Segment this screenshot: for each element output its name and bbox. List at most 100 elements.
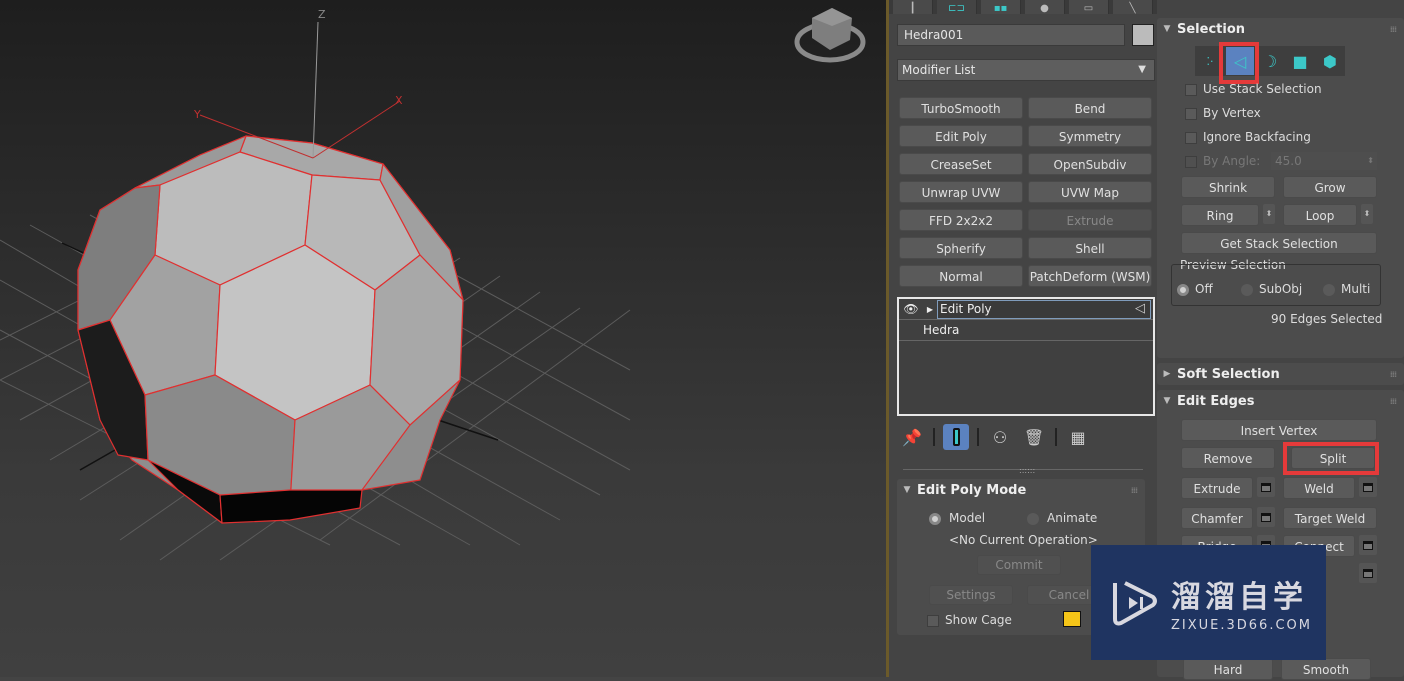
stack-toolbar: 📌 ⚇ 🗑 ▦ (899, 424, 1155, 450)
modifier-button[interactable]: Unwrap UVW (899, 181, 1023, 203)
configure-modifier-sets-icon[interactable]: ▦ (1065, 424, 1091, 450)
tab-utilities[interactable]: ╲ (1113, 0, 1153, 14)
watermark-overlay: 溜溜自学 ZIXUE.3D66.COM (1091, 545, 1326, 660)
stack-item-edit-poly[interactable]: 👁 ▶ Edit Poly ◁ (899, 299, 1153, 320)
get-stack-selection-button[interactable]: Get Stack Selection (1181, 232, 1377, 254)
current-operation-text: <No Current Operation> (949, 533, 1098, 547)
extrude-settings-icon[interactable] (1257, 477, 1275, 497)
weld-button[interactable]: Weld (1283, 477, 1355, 499)
modifier-button[interactable]: Shell (1028, 237, 1152, 259)
rollout-header[interactable]: ▼ Edit Poly Mode ⁞⁞⁞ (897, 479, 1145, 501)
tab-hierarchy[interactable]: ▪▪ (981, 0, 1021, 14)
subobject-level-bar: ⁚· ◁ ☽ ■ ⬢ (1195, 46, 1345, 76)
modifier-list-dropdown[interactable]: Modifier List ▼ (897, 59, 1155, 81)
gizmo-x-axis[interactable] (312, 100, 401, 159)
tab-modify[interactable]: ⊏⊐ (937, 0, 977, 14)
display-icon: ▭ (1083, 3, 1094, 14)
rollout-title: Selection (1177, 21, 1246, 37)
loop-spinner-icon[interactable]: ⬍ (1361, 204, 1373, 224)
animate-label: Animate (1047, 511, 1098, 525)
by-vertex-checkbox[interactable]: By Vertex (1185, 106, 1261, 120)
highlight-edge-level (1219, 42, 1259, 84)
grip-icon[interactable]: ⁞⁞⁞ (1390, 397, 1397, 406)
watermark-url: ZIXUE.3D66.COM (1171, 618, 1312, 633)
modifier-button[interactable]: CreaseSet (899, 153, 1023, 175)
grip-icon[interactable]: ⁞⁞⁞ (1390, 25, 1397, 34)
rollout-header[interactable]: ▼ Selection ⁞⁞⁞ (1157, 18, 1404, 40)
divider (977, 428, 979, 446)
modifier-button[interactable]: Edit Poly (899, 125, 1023, 147)
grow-button[interactable]: Grow (1283, 176, 1377, 198)
model-radio[interactable]: Model (929, 511, 985, 525)
perspective-viewport[interactable]: Z Y X (0, 0, 886, 677)
object-color-swatch[interactable] (1132, 24, 1154, 46)
object-name-input[interactable]: Hedra001 (897, 24, 1125, 46)
show-cage-checkbox[interactable]: Show Cage (927, 613, 1012, 627)
grip-icon[interactable]: ⁞⁞⁞ (1131, 486, 1138, 495)
soft-selection-rollout: ▶ Soft Selection ⁞⁞⁞ (1157, 363, 1404, 385)
expand-triangle-icon[interactable]: ▶ (923, 305, 937, 314)
eye-icon[interactable]: 👁 (899, 302, 923, 316)
shrink-button[interactable]: Shrink (1181, 176, 1275, 198)
gizmo-z-axis[interactable] (312, 21, 319, 159)
rollout-title: Edit Edges (1177, 393, 1255, 409)
modifier-button[interactable]: FFD 2x2x2 (899, 209, 1023, 231)
play-logo-icon (1113, 580, 1157, 625)
modifier-stack[interactable]: 👁 ▶ Edit Poly ◁ Hedra (897, 297, 1155, 416)
weld-settings-icon[interactable] (1359, 477, 1377, 497)
trash-icon[interactable]: 🗑 (1021, 424, 1047, 450)
ignore-backfacing-checkbox[interactable]: Ignore Backfacing (1185, 130, 1311, 144)
preview-subobj-radio[interactable]: SubObj (1241, 282, 1302, 296)
modifier-button[interactable]: Normal (899, 265, 1023, 287)
modifier-button[interactable]: Spherify (899, 237, 1023, 259)
ring-spinner-icon[interactable]: ⬍ (1263, 204, 1275, 224)
element-level-icon[interactable]: ⬢ (1316, 47, 1344, 75)
polygon-level-icon[interactable]: ■ (1286, 47, 1314, 75)
watermark-title: 溜溜自学 (1171, 580, 1307, 615)
make-unique-icon[interactable]: ⚇ (987, 424, 1013, 450)
modifier-button[interactable]: Symmetry (1028, 125, 1152, 147)
modifier-button[interactable]: OpenSubdiv (1028, 153, 1152, 175)
stack-item-label: Hedra (923, 323, 960, 337)
modifier-button[interactable]: UVW Map (1028, 181, 1152, 203)
remove-button[interactable]: Remove (1181, 447, 1275, 469)
tab-create[interactable]: ┃ (893, 0, 933, 14)
checkbox-indicator (1185, 131, 1197, 144)
show-end-result-icon[interactable] (943, 424, 969, 450)
radio-label: Multi (1341, 282, 1371, 296)
preview-off-radio[interactable]: Off (1177, 282, 1213, 296)
pin-stack-icon[interactable]: 📌 (899, 424, 925, 450)
modifier-button[interactable]: Bend (1028, 97, 1152, 119)
resize-handle[interactable]: :::::: (1019, 466, 1035, 475)
stack-item-label: Edit Poly (937, 299, 1151, 319)
loop-button[interactable]: Loop (1283, 204, 1357, 226)
animate-radio[interactable]: Animate (1027, 511, 1097, 525)
stack-item-hedra[interactable]: Hedra (899, 320, 1153, 341)
tab-display[interactable]: ▭ (1069, 0, 1109, 14)
chamfer-button[interactable]: Chamfer (1181, 507, 1253, 529)
modifier-button[interactable]: TurboSmooth (899, 97, 1023, 119)
ring-button[interactable]: Ring (1181, 204, 1259, 226)
preview-multi-radio[interactable]: Multi (1323, 282, 1370, 296)
show-cage-label: Show Cage (945, 613, 1012, 627)
viewcube[interactable] (794, 8, 866, 63)
create-shape-settings-icon[interactable] (1359, 563, 1377, 583)
grip-icon[interactable]: ⁞⁞⁞ (1390, 370, 1397, 379)
chevron-down-icon: ▼ (1138, 64, 1146, 75)
connect-settings-icon[interactable] (1359, 535, 1377, 555)
insert-vertex-button[interactable]: Insert Vertex (1181, 419, 1377, 441)
chamfer-settings-icon[interactable] (1257, 507, 1275, 527)
target-weld-button[interactable]: Target Weld (1283, 507, 1377, 529)
extrude-button[interactable]: Extrude (1181, 477, 1253, 499)
rollout-header[interactable]: ▶ Soft Selection ⁞⁞⁞ (1157, 363, 1404, 385)
cage-color-swatch[interactable] (1063, 611, 1081, 627)
gizmo-x-label: X (395, 94, 403, 107)
commit-button: Commit (977, 555, 1061, 575)
border-level-icon[interactable]: ☽ (1256, 47, 1284, 75)
transform-gizmo[interactable]: Z Y X (193, 8, 403, 159)
modifier-button[interactable]: PatchDeform (WSM) (1028, 265, 1152, 287)
rollout-title: Soft Selection (1177, 366, 1280, 382)
rollout-header[interactable]: ▼ Edit Edges ⁞⁞⁞ (1157, 390, 1404, 412)
tab-motion[interactable]: ● (1025, 0, 1065, 14)
use-stack-selection-checkbox[interactable]: Use Stack Selection (1185, 82, 1322, 96)
